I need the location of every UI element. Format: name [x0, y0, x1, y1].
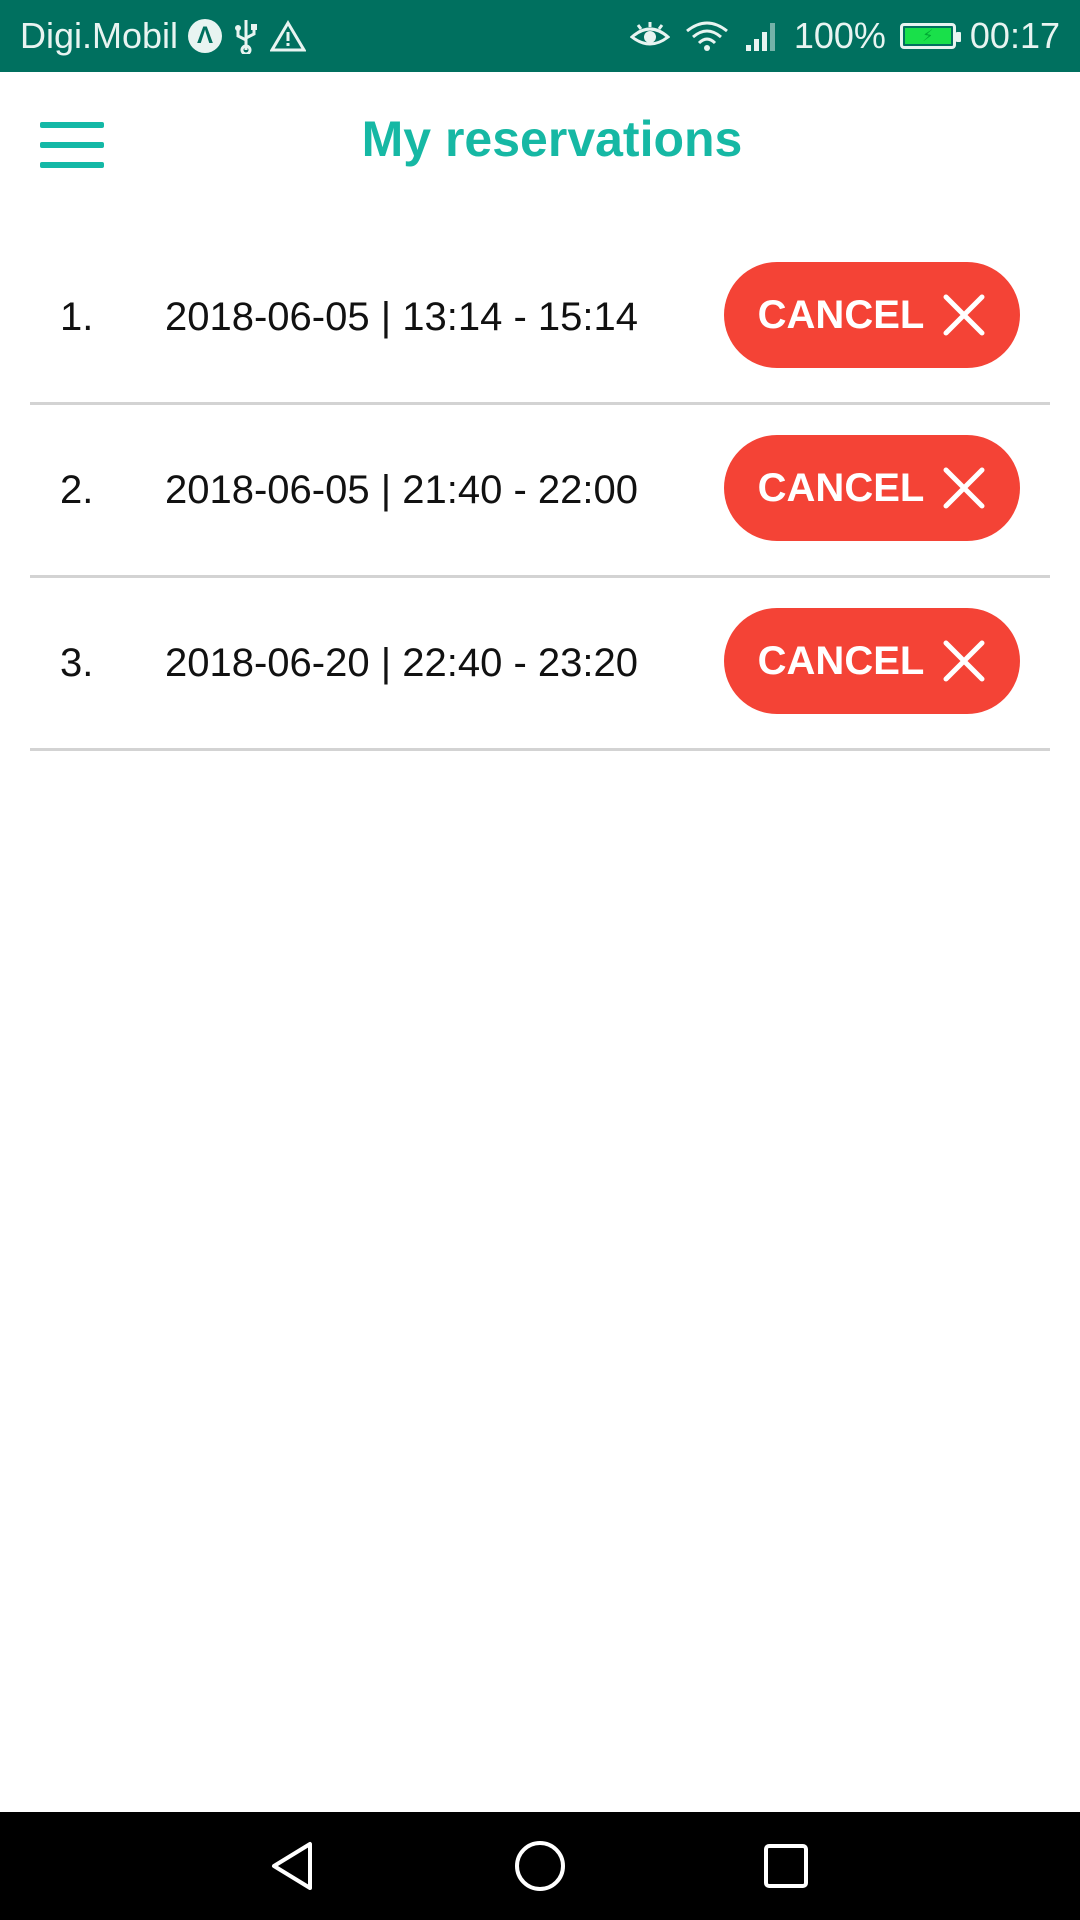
app-bar: My reservations	[0, 72, 1080, 212]
battery-charging-icon: ⚡	[899, 23, 961, 49]
carrier-badge-icon: Λ	[188, 19, 223, 53]
signal-icon	[744, 19, 780, 53]
list-item: 3. 2018-06-20 | 22:40 - 23:20 CANCEL	[30, 578, 1050, 751]
reservation-index: 1.	[60, 294, 94, 339]
reservation-time: 2018-06-05 | 21:40 - 22:00	[165, 467, 638, 512]
cancel-button[interactable]: CANCEL	[724, 435, 1020, 541]
battery-percent: 100%	[793, 15, 886, 56]
cancel-button[interactable]: CANCEL	[724, 608, 1020, 714]
close-icon	[942, 639, 986, 683]
wifi-icon	[684, 19, 730, 53]
cancel-button-label: CANCEL	[757, 638, 925, 683]
cancel-button-label: CANCEL	[757, 292, 925, 337]
eye-icon	[629, 21, 670, 51]
status-bar-right: 100% ⚡ 00:17	[629, 15, 1060, 57]
reservation-list: 1. 2018-06-05 | 13:14 - 15:14 CANCEL 2. …	[30, 232, 1050, 751]
home-icon[interactable]	[492, 1818, 588, 1914]
close-icon	[942, 293, 986, 337]
status-bar: Digi.Mobil Λ 100% ⚡ 00:17	[0, 0, 1080, 72]
list-item: 1. 2018-06-05 | 13:14 - 15:14 CANCEL	[30, 232, 1050, 405]
reservation-index: 2.	[60, 467, 94, 512]
clock: 00:17	[969, 15, 1060, 56]
reservation-time: 2018-06-05 | 13:14 - 15:14	[165, 294, 638, 339]
back-icon[interactable]	[246, 1818, 342, 1914]
reservation-index: 3.	[60, 640, 94, 685]
recents-icon[interactable]	[738, 1818, 834, 1914]
status-bar-left: Digi.Mobil Λ	[20, 15, 307, 57]
carrier-name: Digi.Mobil	[20, 15, 179, 56]
warning-icon	[270, 20, 307, 52]
cancel-button-label: CANCEL	[757, 465, 925, 510]
page-title: My reservations	[361, 111, 743, 167]
usb-icon	[232, 18, 260, 54]
navigation-bar	[0, 1812, 1080, 1920]
cancel-button[interactable]: CANCEL	[724, 262, 1020, 368]
list-item: 2. 2018-06-05 | 21:40 - 22:00 CANCEL	[30, 405, 1050, 578]
close-icon	[942, 466, 986, 510]
reservation-time: 2018-06-20 | 22:40 - 23:20	[165, 640, 638, 685]
